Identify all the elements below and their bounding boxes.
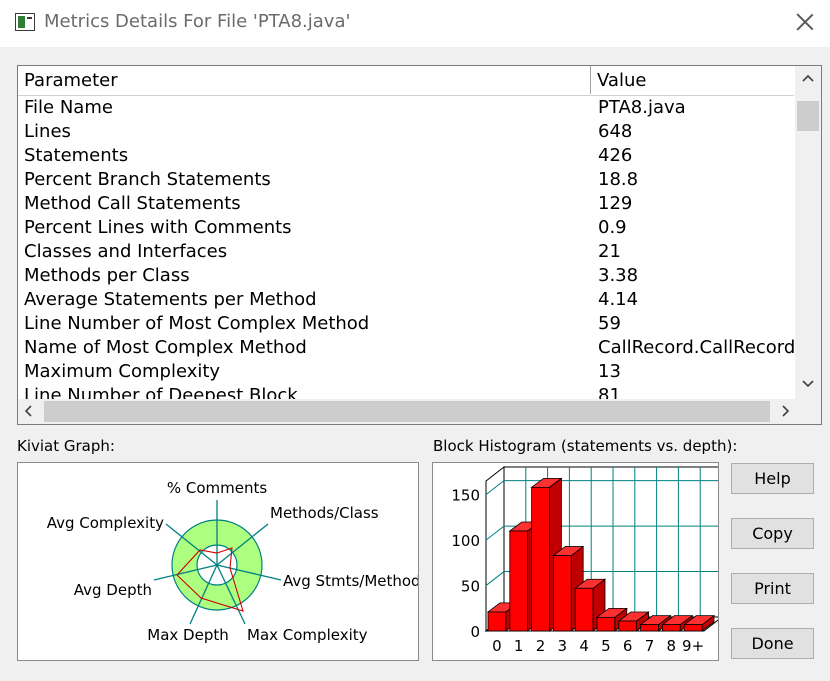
parameter-cell: Methods per Class — [24, 265, 190, 286]
parameter-cell: Statements — [24, 145, 129, 166]
table-row[interactable]: Line Number of Deepest Block 81 — [18, 384, 796, 400]
window-title: Metrics Details For File 'PTA8.java' — [44, 11, 351, 32]
table-row[interactable]: Name of Most Complex Method CallRecord.Ca… — [18, 336, 796, 360]
horizontal-scroll-thumb[interactable] — [44, 401, 770, 422]
table-row[interactable]: File Name PTA8.java — [18, 96, 796, 120]
histogram-x-tick: 5 — [601, 637, 611, 655]
parameter-cell: Line Number of Deepest Block — [24, 385, 298, 400]
histogram-x-tick: 6 — [623, 637, 633, 655]
column-header-parameter[interactable]: Parameter — [18, 66, 591, 94]
histogram-bar — [683, 624, 703, 632]
kiviat-graph-panel: % Comments Methods/Class Avg Stmts/Metho… — [17, 462, 421, 661]
parameter-cell: Percent Lines with Comments — [24, 217, 292, 238]
parameter-cell: Method Call Statements — [24, 193, 241, 214]
kiviat-axis-label: Max Depth — [147, 626, 228, 644]
parameter-cell: File Name — [24, 97, 113, 118]
table-row[interactable]: Average Statements per Method 4.14 — [18, 288, 796, 312]
histogram-x-tick: 9+ — [682, 637, 704, 655]
parameter-cell: Name of Most Complex Method — [24, 337, 307, 358]
kiviat-axis-label: Avg Depth — [74, 581, 152, 599]
histogram-y-tick: 50 — [461, 578, 480, 596]
app-icon — [15, 13, 35, 31]
parameter-cell: Percent Branch Statements — [24, 169, 271, 190]
value-cell: 3.38 — [598, 265, 639, 286]
histogram-x-tick: 1 — [514, 637, 524, 655]
value-cell: 13 — [598, 361, 621, 382]
histogram-bar — [640, 624, 659, 632]
value-cell: 0.9 — [598, 217, 627, 238]
parameter-cell: Lines — [24, 121, 71, 142]
table-row[interactable]: Percent Branch Statements 18.8 — [18, 168, 796, 192]
histogram-y-tick: 150 — [451, 487, 480, 505]
block-histogram-panel: 0 50 100 150 0 1 2 3 4 5 6 7 8 9+ — [432, 462, 724, 661]
table-row[interactable]: Classes and Interfaces 21 — [18, 240, 796, 264]
histogram-x-tick: 0 — [492, 637, 502, 655]
value-cell: 648 — [598, 121, 633, 142]
histogram-y-tick: 100 — [451, 532, 480, 550]
histogram-bar — [661, 624, 681, 632]
kiviat-axis-label: Max Complexity — [247, 626, 368, 644]
metrics-table[interactable]: Parameter Value File Name PTA8.java Lines 6… — [17, 65, 822, 425]
vertical-scroll-thumb[interactable] — [797, 101, 819, 131]
value-cell: 426 — [598, 145, 633, 166]
table-row[interactable]: Methods per Class 3.38 — [18, 264, 796, 288]
table-row[interactable]: Percent Lines with Comments 0.9 — [18, 216, 796, 240]
histogram-x-tick: 2 — [536, 637, 546, 655]
title-bar: Metrics Details For File 'PTA8.java' — [0, 0, 830, 47]
histogram-bar — [509, 530, 529, 632]
parameter-cell: Classes and Interfaces — [24, 241, 228, 262]
parameter-cell: Maximum Complexity — [24, 361, 221, 382]
vertical-scrollbar[interactable] — [795, 66, 821, 400]
histogram-y-tick: 0 — [470, 623, 480, 641]
parameter-cell: Line Number of Most Complex Method — [24, 313, 370, 334]
help-button[interactable]: Help — [731, 463, 814, 494]
kiviat-label: Kiviat Graph: — [17, 437, 115, 455]
table-row[interactable]: Method Call Statements 129 — [18, 192, 796, 216]
histogram-bar — [487, 611, 507, 632]
table-row[interactable]: Maximum Complexity 13 — [18, 360, 796, 384]
table-row[interactable]: Lines 648 — [18, 120, 796, 144]
value-cell: CallRecord.CallRecord — [598, 337, 796, 358]
table-rows: File Name PTA8.java Lines 648 Statements 426 P… — [18, 96, 796, 400]
scroll-left-icon[interactable] — [22, 404, 36, 418]
table-header: Parameter Value — [18, 66, 794, 96]
kiviat-axis-label: % Comments — [167, 479, 268, 497]
scroll-right-icon[interactable] — [778, 404, 792, 418]
value-cell: 18.8 — [598, 169, 639, 190]
horizontal-scrollbar[interactable] — [18, 399, 796, 424]
print-button[interactable]: Print — [731, 573, 814, 604]
value-cell: PTA8.java — [598, 97, 686, 118]
histogram-bar — [574, 587, 594, 632]
block-histogram: 0501001500 1 2 3 4 5 6 7 8 9+ — [451, 465, 724, 655]
scrollbar-corner — [795, 399, 821, 424]
column-header-value[interactable]: Value — [591, 66, 794, 94]
table-row[interactable]: Line Number of Most Complex Method 59 — [18, 312, 796, 336]
close-icon[interactable] — [792, 9, 818, 35]
histogram-bar — [618, 620, 638, 632]
value-cell: 21 — [598, 241, 621, 262]
scroll-up-icon[interactable] — [801, 72, 815, 86]
kiviat-axis-label: Methods/Class — [270, 504, 379, 522]
histogram-bar — [531, 486, 550, 632]
value-cell: 81 — [598, 385, 621, 400]
done-button[interactable]: Done — [731, 628, 814, 659]
table-row[interactable]: Statements 426 — [18, 144, 796, 168]
histogram-x-tick: 7 — [645, 637, 655, 655]
value-cell: 129 — [598, 193, 633, 214]
parameter-cell: Average Statements per Method — [24, 289, 317, 310]
kiviat-graph: % Comments Methods/Class Avg Stmts/Metho… — [47, 479, 421, 644]
value-cell: 4.14 — [598, 289, 639, 310]
value-cell: 59 — [598, 313, 621, 334]
histogram-x-tick: 4 — [579, 637, 589, 655]
histogram-bar — [596, 616, 616, 632]
scroll-down-icon[interactable] — [801, 376, 815, 390]
histogram-x-tick: 8 — [667, 637, 677, 655]
histogram-bar — [553, 555, 572, 632]
copy-button[interactable]: Copy — [731, 518, 814, 549]
kiviat-axis-label: Avg Stmts/Method — [283, 572, 418, 590]
histogram-label: Block Histogram (statements vs. depth): — [433, 437, 738, 455]
kiviat-axis-label: Avg Complexity — [47, 514, 164, 532]
histogram-x-tick: 3 — [558, 637, 568, 655]
